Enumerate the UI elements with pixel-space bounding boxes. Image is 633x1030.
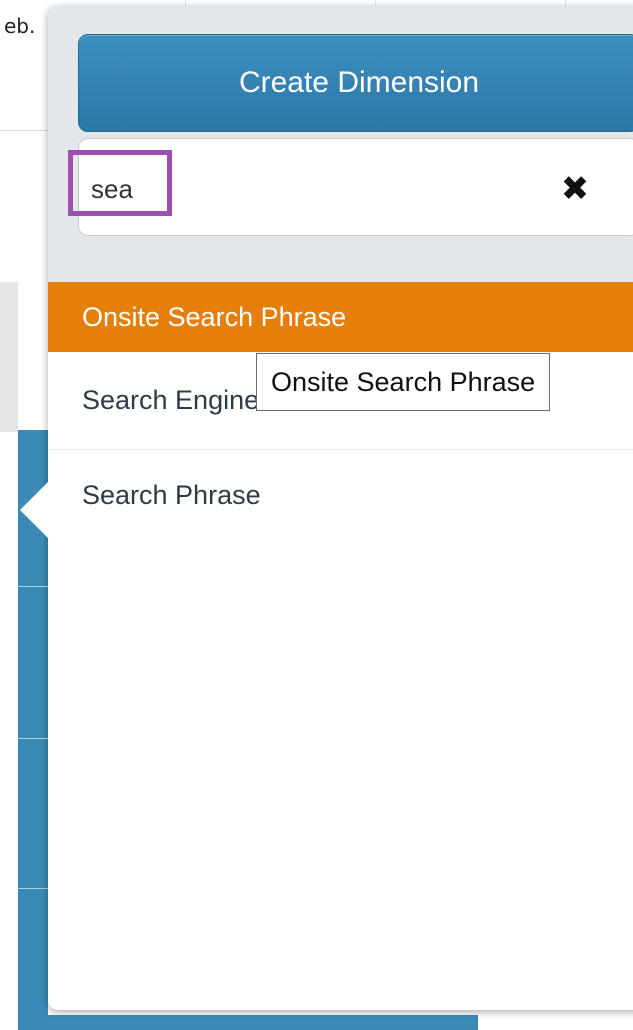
row-divider <box>18 586 48 587</box>
create-dimension-button[interactable]: Create Dimension <box>78 34 633 132</box>
row-divider <box>18 888 48 889</box>
results-list: Onsite Search Phrase Search Engine Searc… <box>48 282 633 540</box>
background-panel <box>0 282 18 432</box>
tooltip: Onsite Search Phrase <box>256 353 551 411</box>
list-item-label: Onsite Search Phrase <box>82 301 347 332</box>
list-item[interactable]: Search Phrase <box>48 450 633 540</box>
popover-pointer <box>20 480 50 540</box>
search-input[interactable] <box>83 161 513 217</box>
breadcrumb-fragment: eb. <box>4 14 36 38</box>
list-item-label: Search Phrase <box>82 479 261 510</box>
row-divider <box>18 738 48 739</box>
list-item-label: Search Engine <box>82 385 260 415</box>
background-blue-footer <box>18 1015 478 1030</box>
search-field: ✖ <box>78 138 633 236</box>
popover-header: Create Dimension ✖ <box>48 6 633 282</box>
dimension-popover: Create Dimension ✖ Onsite Search Phrase … <box>48 6 633 1010</box>
list-item[interactable]: Onsite Search Phrase <box>48 282 633 352</box>
close-icon[interactable]: ✖ <box>555 169 595 209</box>
